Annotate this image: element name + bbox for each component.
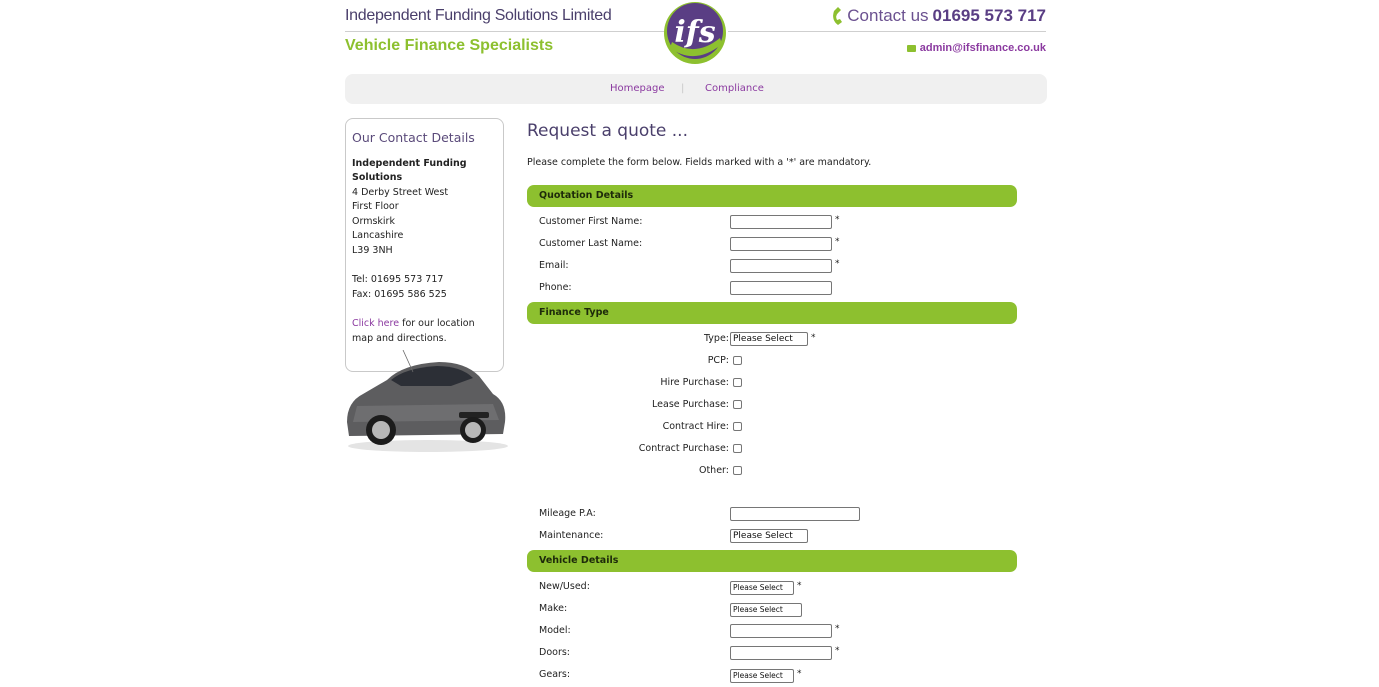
maintenance-select[interactable]: Please Select: [730, 529, 808, 543]
select-value: Please Select: [733, 671, 783, 680]
gears-select[interactable]: Please Select: [730, 669, 794, 683]
select-value: Please Select: [733, 531, 793, 541]
envelope-icon: [906, 44, 916, 52]
nav-compliance[interactable]: Compliance: [705, 83, 764, 94]
nav-bar: [345, 74, 1047, 104]
section-label: Vehicle Details: [539, 555, 619, 566]
section-label: Finance Type: [539, 307, 609, 318]
map-text: for our location: [399, 318, 475, 329]
phone-icon: [833, 7, 843, 25]
email-input[interactable]: [730, 259, 832, 273]
car-image: [347, 350, 508, 452]
finance-type-label: Type:: [703, 333, 729, 344]
telephone: Tel: 01695 573 717: [352, 274, 444, 285]
last-name-input[interactable]: [730, 237, 832, 251]
contract-purchase-checkbox[interactable]: [733, 444, 742, 453]
first-name-label: Customer First Name:: [539, 216, 643, 227]
address-line: Lancashire: [352, 230, 404, 241]
doors-label: Doors:: [539, 647, 570, 658]
ifs-logo[interactable]: ifs: [662, 0, 728, 66]
select-value: Please Select: [733, 605, 783, 614]
finance-type-select[interactable]: Please Select: [730, 332, 808, 346]
lease-purchase-checkbox[interactable]: [733, 400, 742, 409]
address-line: Ormskirk: [352, 216, 395, 227]
model-label: Model:: [539, 625, 571, 636]
section-vehicle-details: Vehicle Details: [527, 550, 1017, 572]
address-line: 4 Derby Street West: [352, 187, 449, 198]
tagline: Vehicle Finance Specialists: [345, 37, 554, 54]
contract-hire-label: Contract Hire:: [662, 421, 729, 432]
required-marker: *: [835, 259, 840, 269]
required-marker: *: [797, 581, 802, 591]
select-value: Please Select: [733, 583, 783, 592]
phone-input[interactable]: [730, 281, 832, 295]
contract-hire-checkbox[interactable]: [733, 422, 742, 431]
new-used-label: New/Used:: [539, 581, 590, 592]
select-value: Please Select: [733, 334, 793, 344]
hire-purchase-label: Hire Purchase:: [660, 377, 729, 388]
other-label: Other:: [698, 465, 729, 476]
address-line: First Floor: [352, 201, 399, 212]
doors-input[interactable]: [730, 646, 832, 660]
required-marker: *: [811, 333, 816, 343]
email-label: Email:: [539, 260, 569, 271]
header-divider-right: [728, 31, 1046, 32]
contact-prefix: Contact us: [847, 6, 929, 25]
page-title: Request a quote ...: [527, 121, 688, 141]
contact-email[interactable]: admin@ifsfinance.co.uk: [906, 42, 1046, 54]
pcp-label: PCP:: [707, 355, 729, 366]
first-name-input[interactable]: [730, 215, 832, 229]
required-marker: *: [835, 215, 840, 225]
map-link-line: Click here for our location: [352, 317, 475, 332]
header-divider-left: [345, 31, 665, 32]
mileage-label: Mileage P.A:: [539, 508, 596, 519]
nav-separator: |: [681, 83, 685, 94]
address-line: L39 3NH: [352, 245, 393, 256]
nav-homepage[interactable]: Homepage: [610, 83, 665, 94]
click-here-link[interactable]: Click here: [352, 318, 399, 329]
pcp-checkbox[interactable]: [733, 356, 742, 365]
phone-label: Phone:: [539, 282, 572, 293]
fax: Fax: 01695 586 525: [352, 289, 447, 300]
contact-phone: Contact us 01695 573 717: [829, 6, 1046, 26]
org-name-line1: Independent Funding: [352, 158, 467, 169]
section-quotation-details: Quotation Details: [527, 185, 1017, 207]
logo-text: ifs: [674, 15, 715, 50]
section-label: Quotation Details: [539, 190, 634, 201]
gears-label: Gears:: [539, 669, 571, 680]
company-name: Independent Funding Solutions Limited: [345, 7, 612, 24]
form-intro: Please complete the form below. Fields m…: [527, 157, 872, 168]
required-marker: *: [835, 646, 840, 656]
map-text-line2: map and directions.: [352, 333, 447, 344]
org-name-line2: Solutions: [352, 172, 403, 183]
lease-purchase-label: Lease Purchase:: [652, 399, 729, 410]
required-marker: *: [797, 669, 802, 679]
email-link[interactable]: admin@ifsfinance.co.uk: [920, 42, 1046, 54]
make-label: Make:: [539, 603, 568, 614]
contact-number: 01695 573 717: [932, 6, 1046, 25]
required-marker: *: [835, 237, 840, 247]
model-input[interactable]: [730, 624, 832, 638]
required-marker: *: [835, 624, 840, 634]
maintenance-label: Maintenance:: [539, 530, 604, 541]
mileage-input[interactable]: [730, 507, 860, 521]
new-used-select[interactable]: Please Select: [730, 581, 794, 595]
other-checkbox[interactable]: [733, 466, 742, 475]
make-select[interactable]: Please Select: [730, 603, 802, 617]
section-finance-type: Finance Type: [527, 302, 1017, 324]
last-name-label: Customer Last Name:: [539, 238, 643, 249]
hire-purchase-checkbox[interactable]: [733, 378, 742, 387]
contract-purchase-label: Contract Purchase:: [638, 443, 729, 454]
sidebar-title: Our Contact Details: [352, 130, 475, 145]
